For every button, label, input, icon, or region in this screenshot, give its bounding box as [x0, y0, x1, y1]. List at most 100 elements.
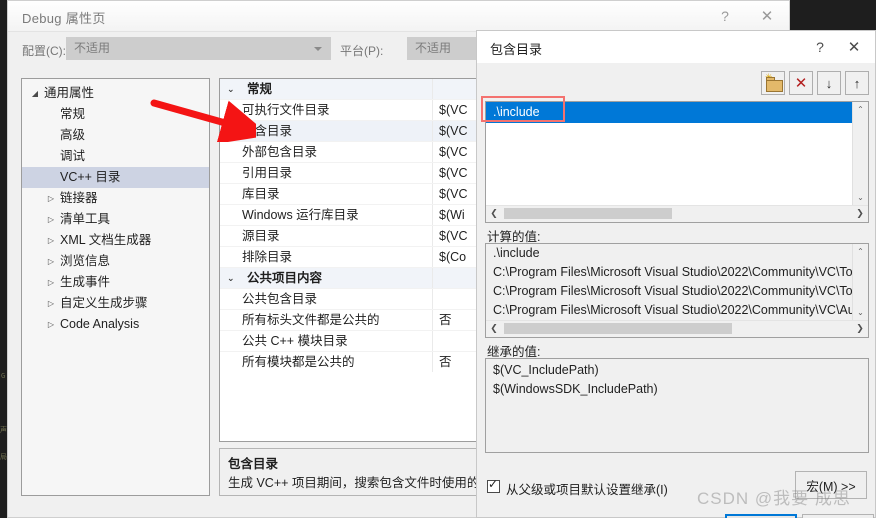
evaluated-scrollbar-thumb[interactable] — [504, 323, 732, 334]
column-divider — [432, 100, 433, 120]
property-value[interactable]: $(VC — [439, 226, 467, 246]
column-divider — [432, 184, 433, 204]
dialog-title: 包含目录 — [490, 42, 543, 57]
collapsed-triangle-icon[interactable]: ▷ — [44, 230, 58, 251]
expanded-triangle-icon[interactable]: ◢ — [28, 83, 42, 104]
listbox-vertical-scrollbar[interactable]: ⌃ ⌄ — [852, 102, 868, 205]
tree-item[interactable]: ▷ XML 文档生成器 — [22, 230, 209, 251]
property-value[interactable]: $(Co — [439, 247, 466, 267]
tree-item-label: 自定义生成步骤 — [60, 296, 148, 310]
column-divider — [432, 121, 433, 141]
dialog-help-icon[interactable]: ? — [803, 31, 837, 62]
chevron-down-icon[interactable]: ⌄ — [227, 79, 239, 99]
tree-item[interactable]: ▷ 自定义生成步骤 — [22, 293, 209, 314]
ok-button[interactable]: 确定 — [725, 514, 797, 518]
tree-item[interactable]: ▷ 生成事件 — [22, 272, 209, 293]
property-value[interactable]: 否 — [439, 310, 452, 330]
collapsed-triangle-icon[interactable]: ▷ — [44, 272, 58, 293]
property-value[interactable]: $(VC — [439, 163, 467, 183]
chevron-down-icon[interactable]: ⌄ — [227, 268, 239, 288]
collapsed-triangle-icon[interactable]: ▷ — [44, 188, 58, 209]
scroll-down-icon[interactable]: ⌄ — [853, 190, 868, 205]
chevron-down-icon — [314, 47, 322, 51]
tree-item[interactable]: ▷ 浏览信息 — [22, 251, 209, 272]
configuration-label: 配置(C): — [22, 44, 66, 58]
cancel-button[interactable]: 取消 — [802, 514, 874, 518]
column-divider — [432, 268, 433, 288]
inherit-checkbox[interactable] — [487, 477, 500, 493]
evaluated-value-line: C:\Program Files\Microsoft Visual Studio… — [493, 303, 855, 317]
tree-item[interactable]: ▷ 清单工具 — [22, 209, 209, 230]
move-down-button[interactable]: ↓ — [817, 71, 841, 95]
directories-list-items[interactable]: .\include — [486, 102, 868, 123]
tree-item-label: 生成事件 — [60, 275, 111, 289]
column-divider — [432, 163, 433, 183]
configuration-value: 不适用 — [74, 41, 111, 55]
collapsed-triangle-icon[interactable]: ▷ — [44, 251, 58, 272]
property-value[interactable]: $(VC — [439, 142, 467, 162]
ide-background-top — [790, 0, 876, 30]
configuration-dropdown[interactable]: 不适用 — [66, 37, 331, 60]
property-value[interactable]: $(VC — [439, 100, 467, 120]
evaluated-values-box: .\include C:\Program Files\Microsoft Visu… — [485, 243, 869, 338]
tree-item[interactable]: ▷ 链接器 — [22, 188, 209, 209]
evaluated-scroll-up-icon[interactable]: ⌃ — [853, 244, 868, 259]
move-up-button[interactable]: ↑ — [845, 71, 869, 95]
tree-item[interactable]: 调试 — [22, 146, 209, 167]
collapsed-triangle-icon[interactable]: ▷ — [44, 293, 58, 314]
listbox-horizontal-scrollbar[interactable]: ❮ ❯ — [486, 205, 868, 222]
property-name: 引用目录 — [242, 166, 293, 180]
property-value[interactable]: $(Wi — [439, 205, 465, 225]
close-icon[interactable]: ✕ — [747, 1, 787, 30]
scrollbar-thumb[interactable] — [504, 208, 672, 219]
inherited-value-line: $(WindowsSDK_IncludePath) — [493, 382, 658, 396]
tree-item-label: XML 文档生成器 — [60, 233, 152, 247]
evaluated-vertical-scrollbar[interactable]: ⌃ ⌄ — [852, 244, 868, 320]
inherited-values-box: $(VC_IncludePath) $(WindowsSDK_IncludePat… — [485, 358, 869, 453]
property-value[interactable]: $(VC — [439, 121, 467, 141]
column-divider — [432, 205, 433, 225]
evaluated-scroll-left-icon[interactable]: ❮ — [486, 321, 502, 336]
evaluated-values-lines: .\include C:\Program Files\Microsoft Visu… — [486, 244, 868, 320]
help-icon[interactable]: ? — [705, 1, 745, 30]
column-divider — [432, 331, 433, 351]
tree-item[interactable]: 高级 — [22, 125, 209, 146]
macros-button[interactable]: 宏(M) >> — [795, 471, 867, 499]
property-name: Windows 运行库目录 — [242, 208, 359, 222]
page-title: Debug 属性页 — [22, 11, 106, 26]
collapsed-triangle-icon[interactable]: ▷ — [44, 209, 58, 230]
property-value[interactable]: 否 — [439, 352, 452, 372]
new-folder-button[interactable]: ✳ — [761, 71, 785, 95]
delete-button[interactable]: ✕ — [789, 71, 813, 95]
evaluated-scroll-right-icon[interactable]: ❯ — [852, 321, 868, 336]
scroll-up-icon[interactable]: ⌃ — [853, 102, 868, 117]
tree-item[interactable]: ◢ 通用属性 — [22, 83, 209, 104]
evaluated-scroll-down-icon[interactable]: ⌄ — [853, 305, 868, 320]
property-tree[interactable]: ◢ 通用属性 常规 高级 调试 VC++ 目录 ▷ 链接器 ▷ 清单工具 ▷ XML 文档生成器 ▷ 浏览… — [21, 78, 210, 496]
delete-x-icon: ✕ — [794, 75, 808, 92]
ide-background-left — [0, 0, 7, 518]
evaluated-value-line: C:\Program Files\Microsoft Visual Studio… — [493, 265, 853, 279]
dialog-close-icon[interactable]: ✕ — [837, 31, 871, 62]
column-divider — [432, 226, 433, 246]
directory-list-item[interactable]: .\include — [486, 102, 868, 123]
background-text-fragment: 局 — [0, 453, 7, 461]
scroll-left-icon[interactable]: ❮ — [486, 206, 502, 221]
folder-body-icon — [766, 80, 783, 92]
scroll-right-icon[interactable]: ❯ — [852, 206, 868, 221]
tree-item[interactable]: 常规 — [22, 104, 209, 125]
arrow-up-icon: ↑ — [853, 75, 861, 91]
tree-item[interactable]: ▷ Code Analysis — [22, 314, 209, 335]
property-name: 公共包含目录 — [242, 292, 318, 306]
tree-item[interactable]: VC++ 目录 — [22, 167, 209, 188]
property-name: 所有标头文件都是公共的 — [242, 313, 380, 327]
platform-label: 平台(P): — [340, 44, 384, 58]
property-value[interactable]: $(VC — [439, 184, 467, 204]
arrow-down-icon: ↓ — [825, 75, 833, 91]
directories-listbox[interactable]: .\include ⌃ ⌄ ❮ ❯ — [485, 101, 869, 223]
tree-item-label: 常规 — [60, 107, 86, 121]
inherited-value-line: $(VC_IncludePath) — [493, 363, 599, 377]
property-name: 公共 C++ 模块目录 — [242, 334, 348, 348]
evaluated-horizontal-scrollbar[interactable]: ❮ ❯ — [486, 320, 868, 337]
collapsed-triangle-icon[interactable]: ▷ — [44, 314, 58, 335]
